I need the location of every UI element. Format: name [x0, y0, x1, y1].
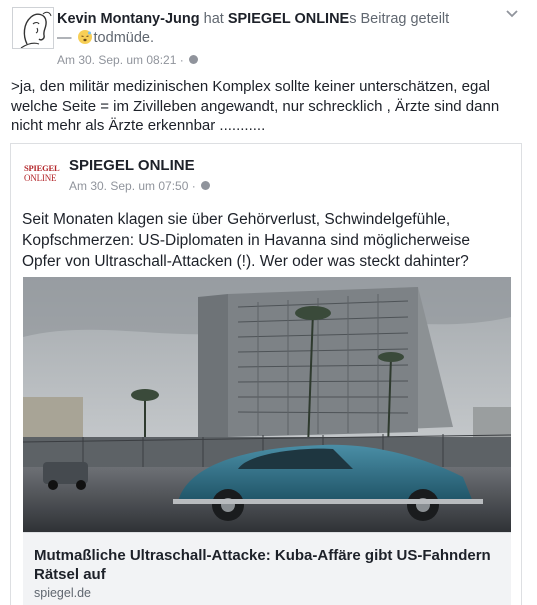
link-domain: spiegel.de [34, 586, 91, 600]
link-preview[interactable]: Mutmaßliche Ultraschall-Attacke: Kuba-Af… [23, 532, 511, 605]
shared-page-name-link[interactable]: SPIEGEL ONLINE [69, 157, 195, 174]
avatar-sketch-icon [20, 11, 52, 48]
link-title[interactable]: Mutmaßliche Ultraschall-Attacke: Kuba-Af… [34, 546, 504, 584]
logo-line-1: SPIEGEL [24, 163, 60, 173]
post-header: Kevin Montany-Jung hat SPIEGEL ONLINEs B… [57, 10, 502, 48]
meta-separator: · [191, 179, 196, 193]
globe-icon [201, 181, 211, 190]
embassy-street-photo [23, 277, 511, 532]
chevron-down-icon[interactable] [503, 6, 521, 22]
shared-meta: Am 30. Sep. um 07:50 · [69, 179, 211, 193]
shared-suffix: s Beitrag geteilt [349, 11, 450, 27]
avatar[interactable] [12, 7, 54, 49]
post-meta: Am 30. Sep. um 08:21 · [57, 52, 199, 68]
shared-source-link[interactable]: SPIEGEL ONLINE [228, 11, 349, 27]
facebook-post: Kevin Montany-Jung hat SPIEGEL ONLINEs B… [0, 0, 537, 605]
shared-word: hat [203, 11, 224, 27]
author-name-link[interactable]: Kevin Montany-Jung [57, 11, 200, 27]
spiegel-online-logo[interactable]: SPIEGEL ONLINE [24, 163, 60, 185]
post-timestamp-link[interactable]: Am 30. Sep. um 08:21 [57, 53, 176, 67]
shared-post-text: Seit Monaten klagen sie über Gehörverlus… [22, 211, 470, 270]
post-text: >ja, den militär medizinischen Komplex s… [11, 78, 500, 134]
feeling-text: todmüde. [93, 30, 154, 46]
globe-icon [189, 55, 199, 64]
shared-timestamp-link[interactable]: Am 30. Sep. um 07:50 [69, 179, 188, 193]
sleepy-face-emoji-icon [77, 30, 92, 44]
shared-post-card[interactable]: SPIEGEL ONLINE SPIEGEL ONLINE Am 30. Sep… [10, 143, 522, 605]
feeling-dash: — [57, 30, 72, 46]
meta-separator: · [179, 53, 184, 67]
article-photo[interactable] [23, 277, 511, 532]
logo-line-2: ONLINE [24, 173, 57, 183]
